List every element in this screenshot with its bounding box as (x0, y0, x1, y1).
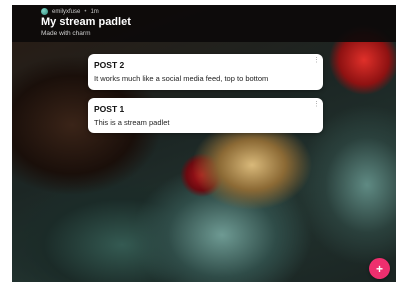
padlet-header: emilyxfuse • 1m My stream padlet Made wi… (12, 5, 396, 42)
add-post-button[interactable]: + (369, 258, 390, 279)
post-title: POST 1 (94, 104, 125, 114)
post-card[interactable]: POST 2 It works much like a social media… (88, 54, 323, 90)
post-card[interactable]: POST 1 This is a stream padlet ⋮ (88, 98, 323, 133)
plus-icon: + (375, 261, 383, 276)
author-name[interactable]: emilyxfuse (52, 9, 80, 15)
avatar[interactable] (41, 8, 48, 15)
more-options-icon[interactable]: ⋮ (313, 101, 320, 108)
more-options-icon[interactable]: ⋮ (313, 57, 320, 64)
author-meta: emilyxfuse • 1m (41, 8, 99, 15)
meta-separator: • (84, 8, 87, 15)
post-title: POST 2 (94, 60, 125, 70)
padlet-board: emilyxfuse • 1m My stream padlet Made wi… (12, 5, 396, 282)
time-ago: 1m (90, 8, 99, 15)
page-subtitle: Made with charm (41, 30, 91, 37)
post-body: This is a stream padlet (94, 118, 170, 127)
page-title: My stream padlet (41, 16, 131, 28)
post-body: It works much like a social media feed, … (94, 74, 269, 83)
